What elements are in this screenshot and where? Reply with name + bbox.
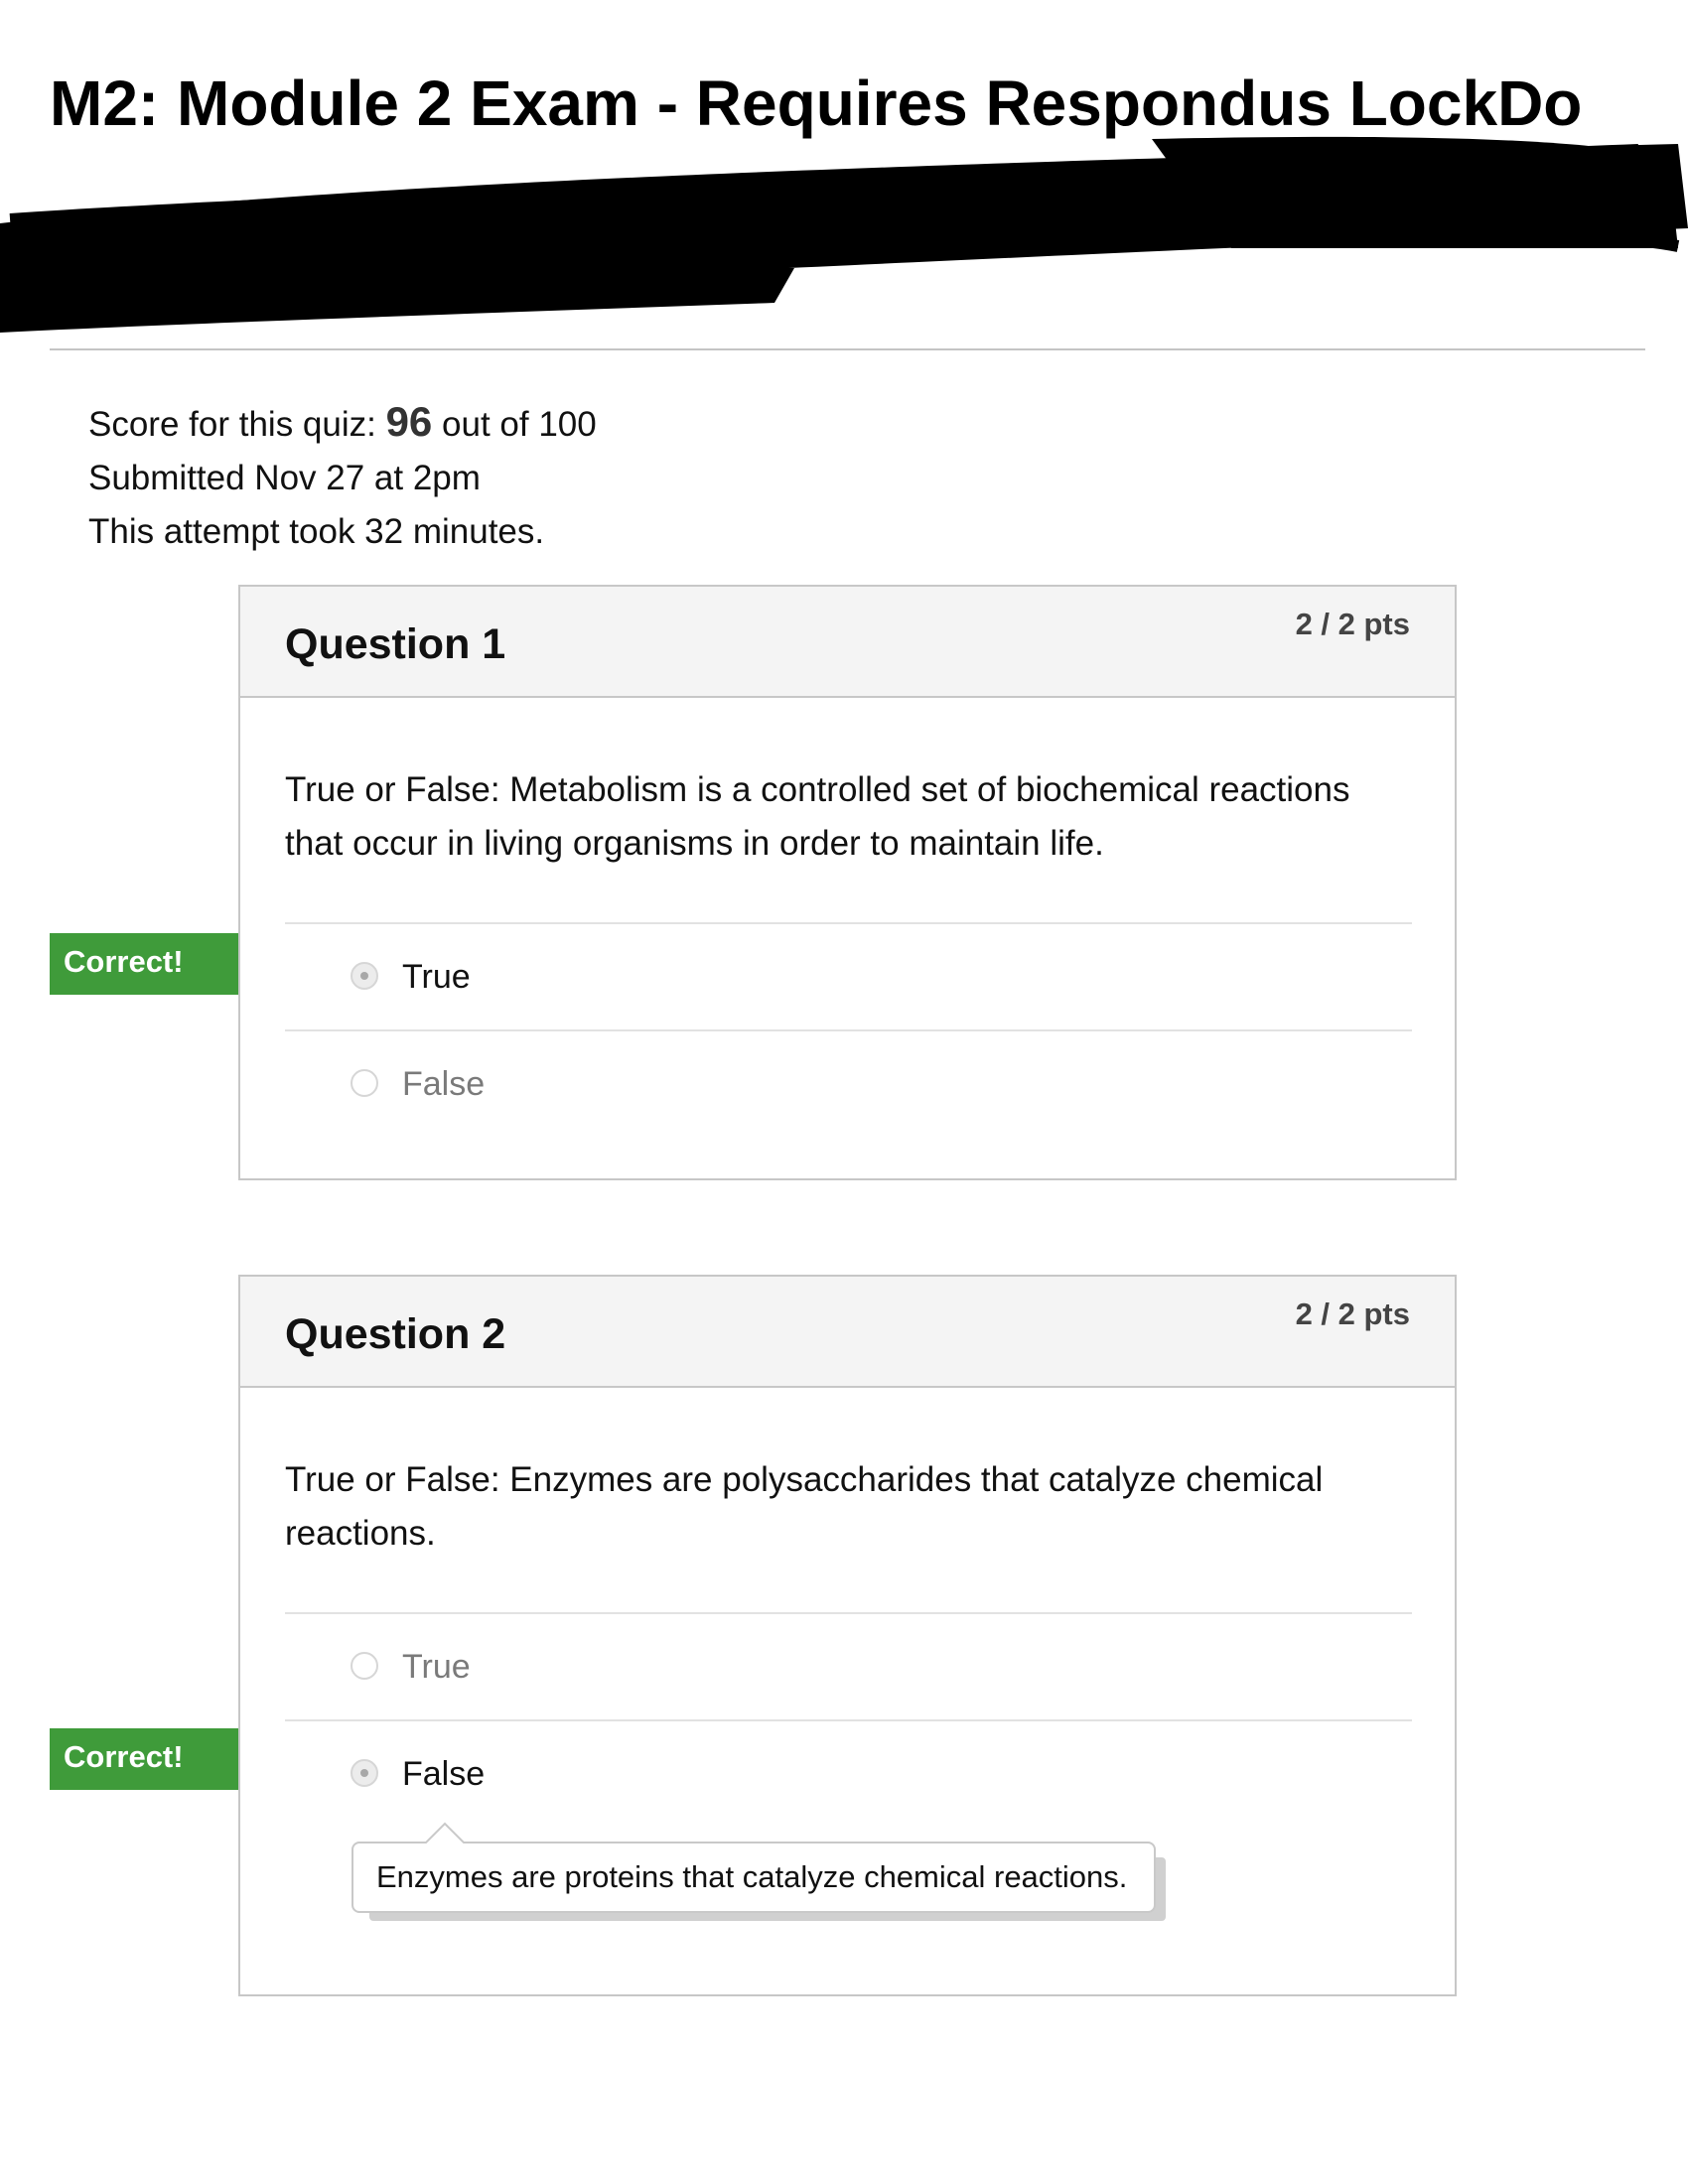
score-total: out of 100 (432, 405, 597, 444)
radio-button[interactable] (351, 1759, 378, 1787)
question-text: True or False: Metabolism is a controlle… (285, 770, 1350, 863)
question-title: Question 2 (285, 1310, 506, 1358)
submitted-line: Submitted Nov 27 at 2pm (88, 459, 481, 497)
answer-label: True (402, 958, 471, 996)
answer-option[interactable]: True (285, 1612, 1412, 1719)
question-card: Question 1 2 / 2 pts True or False: Meta… (238, 585, 1457, 1180)
question-title: Question 1 (285, 620, 506, 668)
duration-line: This attempt took 32 minutes. (88, 512, 545, 551)
radio-button[interactable] (351, 962, 378, 990)
answer-list: True False (285, 922, 1412, 1137)
answer-label: True (402, 1648, 471, 1686)
question-text: True or False: Enzymes are polysaccharid… (285, 1460, 1324, 1553)
comment-arrow-icon (423, 1822, 467, 1845)
correct-label: Correct! (64, 1739, 184, 1774)
redaction-scribble (0, 136, 1688, 333)
answer-option[interactable]: False (285, 1719, 1412, 1827)
score-label: Score for this quiz: (88, 405, 386, 444)
header-divider (50, 348, 1645, 350)
answer-label: False (402, 1755, 486, 1793)
question-points: 2 / 2 pts (1295, 1297, 1410, 1331)
answer-list: True False (285, 1612, 1412, 1827)
score-value: 96 (385, 398, 433, 445)
score-line: Score for this quiz: 96 out of 100 (88, 395, 597, 452)
answer-option[interactable]: True (285, 922, 1412, 1029)
question-header: Question 1 2 / 2 pts (240, 587, 1455, 698)
question-points: 2 / 2 pts (1295, 607, 1410, 641)
radio-button[interactable] (351, 1652, 378, 1680)
correct-label: Correct! (64, 944, 184, 979)
quiz-summary: Score for this quiz: 96 out of 100 Submi… (88, 395, 597, 559)
answer-label: False (402, 1065, 486, 1103)
answer-option[interactable]: False (285, 1029, 1412, 1137)
radio-button[interactable] (351, 1069, 378, 1097)
comment-text: Enzymes are proteins that catalyze chemi… (376, 1859, 1128, 1894)
question-header: Question 2 2 / 2 pts (240, 1277, 1455, 1388)
answer-comment: Enzymes are proteins that catalyze chemi… (352, 1822, 1156, 1913)
